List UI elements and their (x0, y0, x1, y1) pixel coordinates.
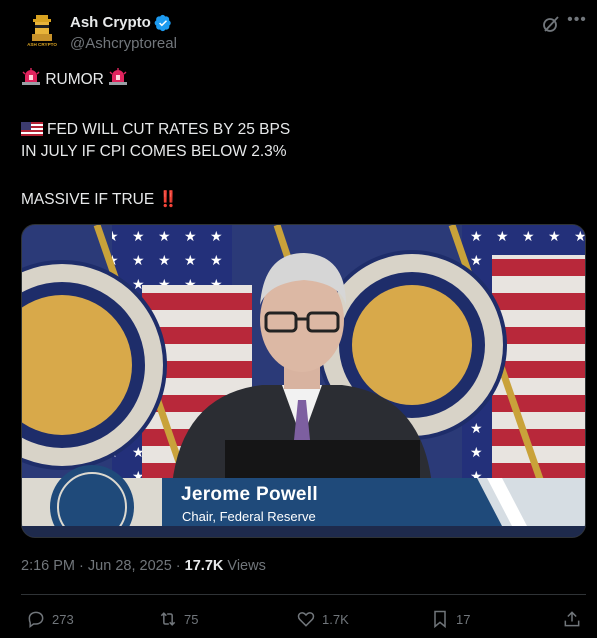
tweet-meta: 2:16 PM · Jun 28, 2025 · 17.7K Views (21, 558, 266, 574)
bookmark-icon (434, 610, 446, 629)
siren-icon (109, 68, 128, 85)
meta-separator: · (175, 558, 181, 574)
bookmark-count: 17 (456, 611, 471, 627)
siren-icon (22, 68, 40, 85)
handle[interactable]: @Ashcryptoreal (70, 35, 177, 52)
action-bar: 273 75 1.7K 17 (0, 603, 597, 635)
tweet-time[interactable]: 2:16 PM (21, 558, 75, 574)
like-button[interactable]: 1.7K (296, 608, 349, 630)
reply-button[interactable]: 273 (26, 608, 74, 630)
grok-icon[interactable] (541, 14, 561, 34)
massive-text: MASSIVE IF TRUE ‼️ (21, 191, 178, 208)
meta-separator: · (79, 558, 84, 574)
media-image[interactable]: ★ (21, 224, 586, 538)
lower-third-name: Jerome Powell (181, 484, 318, 505)
heart-icon (297, 612, 315, 627)
lower-third-title: Chair, Federal Reserve (182, 509, 316, 524)
rumor-text: RUMOR (45, 71, 104, 88)
repost-count: 75 (184, 611, 199, 627)
tweet: ASH CRYPTO Ash Crypto @Ashcryptoreal •••… (0, 0, 597, 638)
views-count: 17.7K (184, 558, 224, 574)
share-button[interactable] (562, 608, 588, 630)
tweet-header: ASH CRYPTO Ash Crypto @Ashcryptoreal ••• (0, 0, 597, 64)
repost-icon (160, 612, 176, 626)
reply-icon (28, 611, 44, 628)
repost-button[interactable]: 75 (158, 608, 198, 630)
fed-line-1: FED WILL CUT RATES BY 25 BPS (21, 119, 290, 140)
avatar[interactable]: ASH CRYPTO (22, 12, 62, 52)
share-icon (564, 611, 580, 627)
avatar-text: ASH CRYPTO (27, 42, 57, 47)
like-count: 1.7K (322, 611, 349, 627)
tweet-date[interactable]: Jun 28, 2025 (88, 558, 172, 574)
reply-count: 273 (52, 611, 74, 627)
us-flag-icon (21, 122, 43, 136)
rumor-line: RUMOR (21, 68, 128, 90)
verified-badge-icon (154, 14, 171, 32)
divider (21, 594, 586, 595)
more-icon[interactable]: ••• (566, 11, 588, 33)
bookmark-button[interactable]: 17 (430, 608, 470, 630)
views-label: Views (227, 558, 266, 574)
fed-text-2: IN JULY IF CPI COMES BELOW 2.3% (21, 143, 287, 160)
fed-text-1: FED WILL CUT RATES BY 25 BPS (47, 121, 291, 138)
display-name[interactable]: Ash Crypto (70, 14, 151, 31)
